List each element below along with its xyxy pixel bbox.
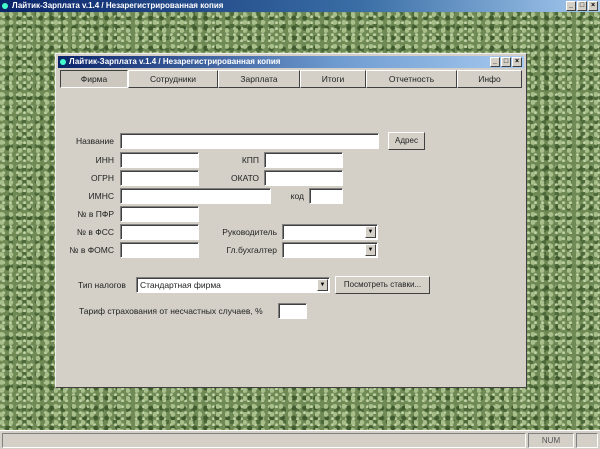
imns-input[interactable] — [120, 188, 271, 204]
ogrn-label: ОГРН — [90, 173, 114, 183]
view-rates-button[interactable]: Посмотреть ставки... — [335, 276, 430, 294]
window-icon — [60, 59, 66, 65]
close-button[interactable]: × — [588, 1, 598, 11]
chevron-down-icon[interactable]: ▼ — [317, 279, 328, 291]
tax-type-label: Тип налогов — [78, 280, 126, 290]
insurance-label: Тариф страхования от несчастных случаев,… — [79, 306, 263, 316]
status-panel-extra — [576, 433, 598, 448]
inn-label: ИНН — [95, 155, 114, 165]
status-bar: NUM — [0, 430, 600, 449]
pfr-label: № в ПФР — [77, 209, 114, 219]
tab-bar: Фирма Сотрудники Зарплата Итоги Отчетнос… — [60, 70, 522, 90]
pfr-input[interactable] — [120, 206, 199, 222]
okato-label: ОКАТО — [231, 173, 259, 183]
app-icon — [2, 3, 8, 9]
tab-salary[interactable]: Зарплата — [218, 70, 300, 88]
window-title: Лайтик-Зарплата v.1.4 / Незарегистрирова… — [69, 57, 281, 66]
tab-employees[interactable]: Сотрудники — [128, 70, 218, 88]
ogrn-input[interactable] — [120, 170, 199, 186]
fss-label: № в ФСС — [76, 227, 114, 237]
window-maximize-button[interactable]: □ — [501, 57, 511, 67]
app-title: Лайтик-Зарплата v.1.4 / Незарегистрирова… — [12, 1, 224, 10]
window-titlebar: Лайтик-Зарплата v.1.4 / Незарегистрирова… — [58, 56, 524, 68]
foms-label: № в ФОМС — [69, 245, 114, 255]
window-close-button[interactable]: × — [512, 57, 522, 67]
kpp-label: КПП — [241, 155, 259, 165]
restore-button[interactable]: □ — [577, 1, 587, 11]
insurance-input[interactable] — [278, 303, 307, 319]
app-titlebar: Лайтик-Зарплата v.1.4 / Незарегистрирова… — [0, 0, 600, 12]
name-label: Название — [76, 136, 114, 146]
status-panel-main — [2, 433, 526, 448]
main-window: Лайтик-Зарплата v.1.4 / Незарегистрирова… — [55, 53, 527, 388]
inn-input[interactable] — [120, 152, 199, 168]
accountant-label: Гл.бухгалтер — [226, 245, 277, 255]
director-label: Руководитель — [222, 227, 277, 237]
tab-reports[interactable]: Отчетность — [366, 70, 457, 88]
minimize-button[interactable]: _ — [566, 1, 576, 11]
fss-input[interactable] — [120, 224, 199, 240]
tax-type-select[interactable]: Стандартная фирма ▼ — [136, 277, 330, 293]
kpp-input[interactable] — [264, 152, 343, 168]
address-button[interactable]: Адрес — [388, 132, 425, 150]
kod-input[interactable] — [309, 188, 343, 204]
name-input[interactable] — [120, 133, 379, 149]
tax-type-value: Стандартная фирма — [140, 280, 221, 290]
tab-info[interactable]: Инфо — [457, 70, 522, 88]
foms-input[interactable] — [120, 242, 199, 258]
accountant-select[interactable]: ▼ — [282, 242, 378, 258]
window-minimize-button[interactable]: _ — [490, 57, 500, 67]
tab-firm[interactable]: Фирма — [60, 70, 128, 88]
status-num: NUM — [528, 433, 574, 448]
kod-label: код — [290, 191, 304, 201]
director-select[interactable]: ▼ — [282, 224, 378, 240]
chevron-down-icon[interactable]: ▼ — [365, 226, 376, 238]
okato-input[interactable] — [264, 170, 343, 186]
tab-totals[interactable]: Итоги — [300, 70, 366, 88]
imns-label: ИМНС — [88, 191, 114, 201]
chevron-down-icon[interactable]: ▼ — [365, 244, 376, 256]
